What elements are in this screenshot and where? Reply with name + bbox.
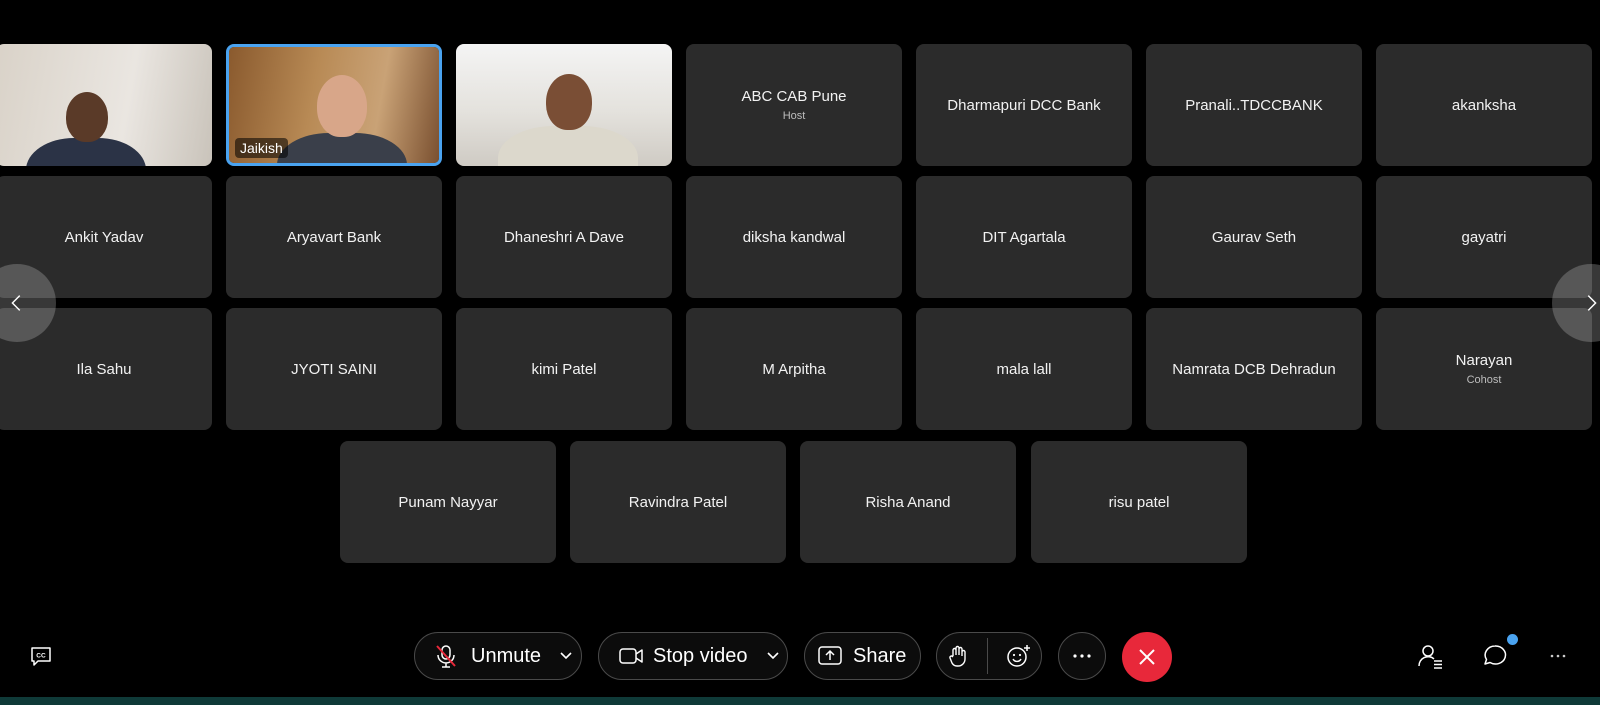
chevron-right-icon [1587,295,1597,311]
reactions-group [936,632,1042,680]
participant-name: akanksha [1451,96,1517,114]
participant-name: M Arpitha [762,360,826,378]
participant-tile[interactable]: Ravindra Patel [570,441,786,563]
chat-icon [1484,645,1507,665]
participants-icon [1418,645,1442,669]
chevron-left-icon [11,295,21,311]
participant-video [0,44,212,166]
stop-video-button[interactable]: Stop video [598,632,788,680]
participant-grid: Jaikish ABC CAB Pune Host Dharmapuri DCC Ba… [0,0,1600,600]
reactions-button[interactable] [1005,643,1033,669]
stop-video-label: Stop video [653,644,748,667]
raise-hand-button[interactable] [945,643,971,669]
participant-tile[interactable]: Jaikish [226,44,442,166]
unmute-label: Unmute [471,644,542,667]
chevron-down-icon[interactable] [766,649,780,663]
participant-name: Namrata DCB Dehradun [1172,360,1336,378]
participant-silhouette [277,133,407,163]
more-options-button[interactable] [1058,632,1106,680]
participant-role: Host [782,110,806,122]
participant-name: Dharmapuri DCC Bank [947,96,1101,114]
smiley-plus-icon [1007,645,1030,667]
participant-tile[interactable] [0,44,212,166]
participant-tile[interactable]: Punam Nayyar [340,441,556,563]
svg-text:CC: CC [36,653,46,660]
participant-tile[interactable]: Dharmapuri DCC Bank [916,44,1132,166]
participant-name: diksha kandwal [742,228,846,246]
toolbar-divider [987,638,989,674]
participant-tile[interactable]: Namrata DCB Dehradun [1146,308,1362,430]
participant-name: Risha Anand [865,493,951,511]
unmute-button[interactable]: Unmute [414,632,582,680]
participant-tile[interactable]: akanksha [1376,44,1592,166]
taskbar-strip [0,697,1600,705]
more-icon [1073,654,1091,658]
participant-tile[interactable]: DIT Agartala [916,176,1132,298]
meeting-toolbar: CC Unmute Stop video Share [0,620,1600,695]
chevron-down-icon[interactable] [559,649,573,663]
participant-name: Aryavart Bank [286,228,382,246]
participant-tile[interactable]: kimi Patel [456,308,672,430]
participant-tile[interactable]: diksha kandwal [686,176,902,298]
participant-name: Ila Sahu [76,360,132,378]
participant-tile[interactable] [456,44,672,166]
participant-video [456,44,672,166]
participant-tile[interactable]: risu patel [1031,441,1247,563]
participant-name: mala lall [996,360,1052,378]
captions-button[interactable]: CC [26,642,56,672]
participant-tile[interactable]: ABC CAB Pune Host [686,44,902,166]
participant-name: DIT Agartala [982,228,1066,246]
participant-silhouette [26,138,146,166]
participant-name: Narayan [1455,352,1513,369]
participant-tile[interactable]: Risha Anand [800,441,1016,563]
chat-button[interactable] [1478,634,1518,672]
participant-tile[interactable]: Gaurav Seth [1146,176,1362,298]
share-icon [818,646,842,665]
participant-name-tag: Jaikish [235,138,288,158]
participant-tile[interactable]: Pranali..TDCCBANK [1146,44,1362,166]
participant-name: Pranali..TDCCBANK [1185,96,1323,114]
participant-name: Dhaneshri A Dave [503,228,625,246]
hand-icon [949,645,966,667]
participant-tile[interactable]: JYOTI SAINI [226,308,442,430]
close-icon [1139,649,1155,665]
participant-name: risu patel [1108,493,1170,511]
share-label: Share [853,644,907,667]
participants-button[interactable] [1414,640,1446,672]
participant-name: Ankit Yadav [64,228,144,246]
participant-name: kimi Patel [531,360,597,378]
participant-face [546,74,592,130]
overflow-menu-button[interactable] [1544,644,1572,668]
participant-tile[interactable]: M Arpitha [686,308,902,430]
cc-icon: CC [31,647,51,666]
participant-name: ABC CAB Pune [741,88,847,105]
share-button[interactable]: Share [804,632,921,680]
participant-name: gayatri [1461,228,1507,246]
participant-name: Punam Nayyar [398,493,498,511]
participant-silhouette [498,126,638,166]
camera-icon [619,648,643,664]
participant-face [317,75,367,137]
participant-tile[interactable]: mala lall [916,308,1132,430]
participant-name: JYOTI SAINI [291,360,377,378]
participant-tile[interactable]: Dhaneshri A Dave [456,176,672,298]
more-icon [1550,654,1566,658]
leave-meeting-button[interactable] [1122,632,1172,682]
participant-name: Gaurav Seth [1211,228,1297,246]
participant-tile[interactable]: Aryavart Bank [226,176,442,298]
participant-face [66,92,108,142]
participant-name: Ravindra Patel [628,493,728,511]
participant-role: Cohost [1466,374,1502,386]
notification-dot [1507,634,1518,645]
mic-off-icon [436,645,456,668]
